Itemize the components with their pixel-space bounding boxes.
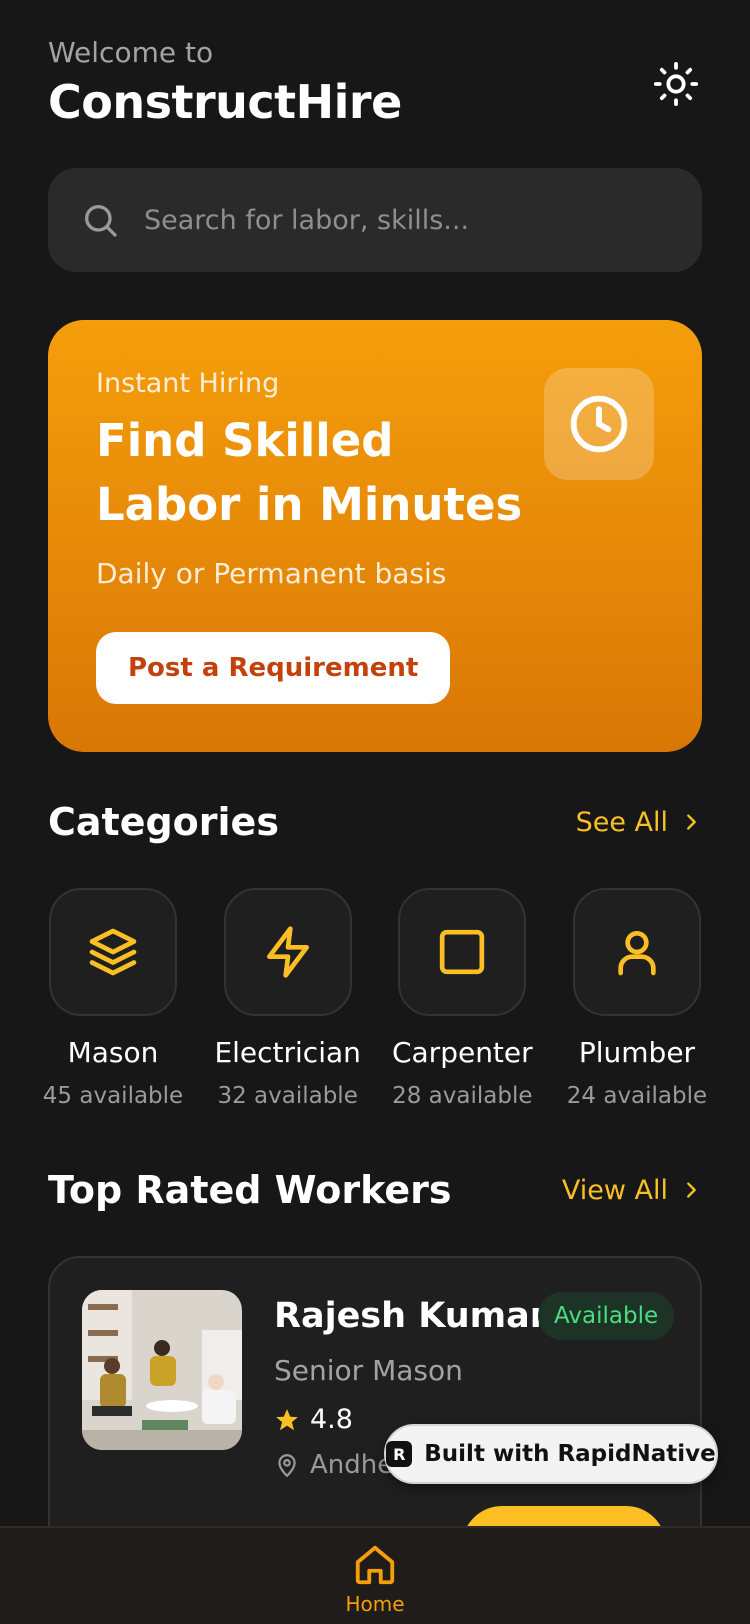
worker-role: Senior Mason [274, 1354, 463, 1387]
theme-toggle-button[interactable] [652, 60, 700, 108]
app-title: ConstructHire [48, 75, 402, 129]
category-name: Plumber [578, 1036, 696, 1069]
category-available: 32 available [217, 1083, 358, 1109]
header: Welcome to ConstructHire [48, 36, 402, 129]
built-with-badge[interactable]: R Built with RapidNative [384, 1424, 718, 1484]
chevron-right-icon [687, 814, 696, 830]
worker-name: Rajesh Kumar [274, 1296, 548, 1336]
tab-home[interactable]: Home [340, 1542, 410, 1616]
square-icon [440, 929, 485, 975]
clock-icon [570, 395, 628, 453]
built-with-label: Built with RapidNative [424, 1441, 716, 1467]
top-workers-title: Top Rated Workers [48, 1168, 452, 1212]
clock-badge [544, 368, 654, 480]
category-tile[interactable] [49, 888, 177, 1016]
categories-header: Categories See All [48, 800, 702, 844]
location-pin-icon [278, 1454, 296, 1478]
hero-title: Find Skilled Labor in Minutes [96, 414, 523, 531]
bottom-tab-bar: Home [0, 1526, 750, 1624]
category-name: Electrician [214, 1036, 361, 1069]
hero-banner: Instant Hiring Find Skilled Labor in Min… [48, 320, 702, 752]
category-tile[interactable] [223, 888, 352, 1016]
see-all-link[interactable]: See All [576, 807, 702, 838]
rating-value: 4.8 [310, 1404, 353, 1435]
view-all-link[interactable]: View All [562, 1175, 702, 1206]
see-all-label: See All [575, 806, 668, 838]
star-icon [276, 1408, 298, 1430]
post-requirement-button[interactable]: Post a Requirement [96, 632, 451, 704]
user-icon [618, 931, 656, 976]
category-name: Carpenter [391, 1036, 533, 1069]
search-bar[interactable] [48, 168, 702, 272]
top-workers-header: Top Rated Workers View All [48, 1168, 702, 1212]
view-all-label: View All [561, 1174, 668, 1206]
hero-subtitle: Daily or Permanent basis [96, 557, 447, 590]
worker-rating: 4.8 [274, 1404, 353, 1435]
category-available: 28 available [392, 1083, 533, 1109]
category-tile[interactable] [572, 888, 701, 1016]
categories-title: Categories [48, 800, 279, 844]
rapidnative-logo-icon: R [386, 1441, 413, 1467]
lightning-icon [266, 926, 309, 978]
welcome-text: Welcome to [48, 36, 214, 69]
category-plumber[interactable]: Plumber 24 available [567, 888, 707, 1109]
category-electrician[interactable]: Electrician 32 available [214, 888, 361, 1109]
category-mason[interactable]: Mason 45 available [43, 888, 183, 1109]
category-list: Mason 45 available Electrician 32 availa… [43, 888, 707, 1109]
category-name: Mason [67, 1036, 159, 1069]
category-available: 45 available [42, 1083, 184, 1109]
category-carpenter[interactable]: Carpenter 28 available [392, 888, 533, 1109]
worker-photo [82, 1290, 242, 1450]
sun-icon [653, 61, 699, 107]
category-tile[interactable] [398, 888, 527, 1016]
search-icon [85, 205, 117, 237]
search-input[interactable] [144, 204, 664, 236]
home-icon [355, 1545, 395, 1585]
tab-home-label: Home [345, 1592, 405, 1616]
chevron-right-icon [687, 1182, 696, 1198]
status-badge: Available [538, 1292, 675, 1340]
layers-icon [89, 928, 137, 976]
category-available: 24 available [566, 1083, 708, 1109]
